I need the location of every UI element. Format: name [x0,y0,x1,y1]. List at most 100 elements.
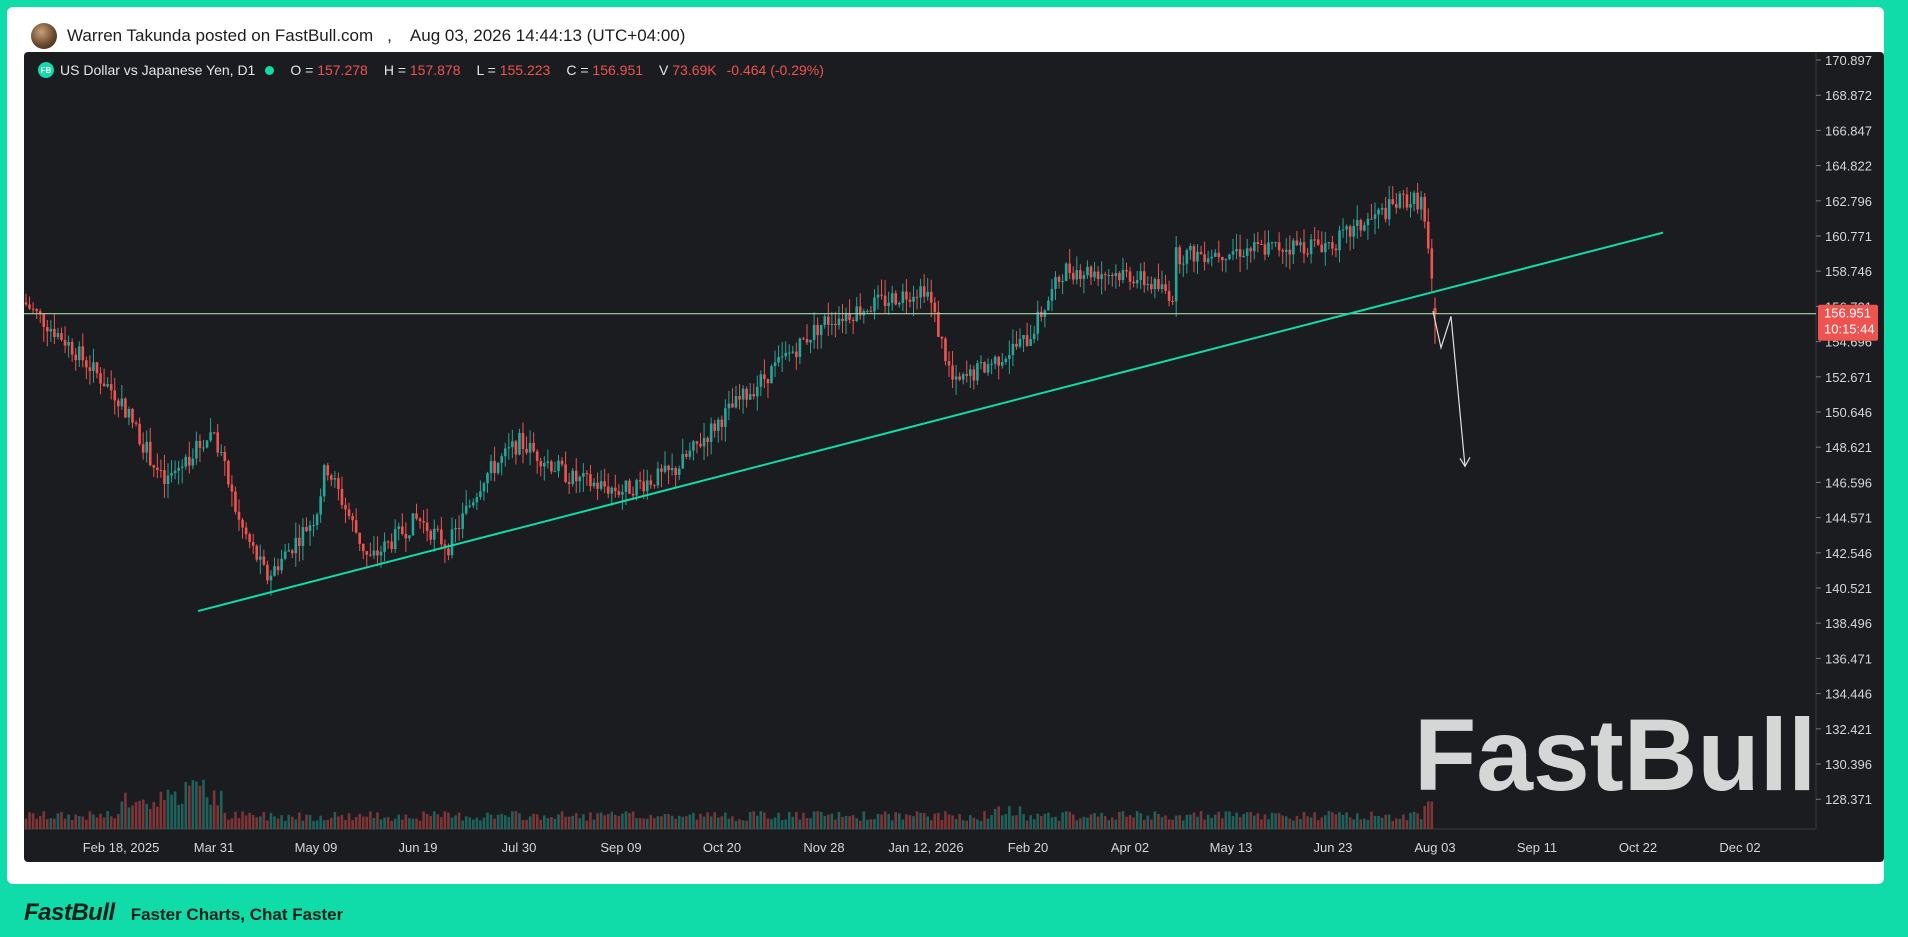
candle [599,470,603,491]
time-tick-label: May 13 [1210,840,1253,855]
candle-body [667,465,670,471]
volume-bar [1341,815,1345,829]
volume-bar [1206,814,1210,829]
candle-body [912,296,915,302]
footer-logo[interactable]: FastBull [24,899,115,927]
volume-bar [138,800,141,829]
candle-body [770,366,773,384]
chart-panel[interactable]: FB US Dollar vs Japanese Yen, D1 O = 157… [24,52,1884,862]
candle-body [319,496,322,515]
candle [46,319,49,347]
volume-bar [990,814,993,829]
candle [1302,229,1306,264]
candle-body [1139,271,1142,280]
volume-bar [81,816,85,829]
volume-bar [429,815,432,829]
candle-body [745,388,748,400]
candle [450,517,454,559]
volume-bar [830,813,834,829]
time-tick-label: Dec 02 [1719,840,1760,855]
candle [383,532,386,562]
candle-body [223,452,227,462]
candle [464,490,468,516]
candle-body [926,291,929,297]
candle [280,549,283,574]
volume-bar [716,817,720,829]
candle [1334,244,1338,258]
volume-bar [1040,816,1043,829]
volume-bar [951,815,954,829]
volume-bar [216,805,219,829]
volume-bar [560,811,564,829]
volume-bar [283,820,287,829]
candle-body [1380,207,1384,210]
candle-body [408,535,411,539]
candle [1402,189,1405,209]
candle-body [621,491,624,495]
volume-bar [1146,815,1150,829]
volume-bar [770,819,773,829]
candle [1135,270,1139,289]
volume-bar [947,814,951,829]
candle [472,498,475,509]
candle [415,503,418,521]
candle-body [1395,204,1398,208]
avatar[interactable] [31,23,57,49]
candle-body [333,478,337,480]
price-chart-svg[interactable]: 170.897 168.872 166.847 164.822 162.796 160.7… [24,52,1884,862]
volume-bar [645,818,649,829]
candle-body [475,497,479,503]
volume-bar [408,818,411,829]
candle-body [212,432,216,434]
volume-bar [418,820,422,829]
volume-bar [489,814,493,829]
volume-bar [802,812,805,829]
candle [99,367,102,395]
candle-body [120,398,124,407]
candle [1221,256,1224,272]
candle [1089,264,1093,286]
candle-body [24,302,28,305]
candle-body [702,437,706,447]
candle [461,502,464,539]
volume-bar [1167,819,1171,829]
candle-body [344,504,347,510]
author-line[interactable]: Warren Takunda posted on FastBull.com [67,26,373,46]
volume-bar [109,816,113,829]
candle-body [965,374,969,376]
candle [1409,191,1412,218]
volume-bar [290,816,294,829]
volume-bar [319,815,322,829]
candle-body [127,408,131,418]
candle-body [1416,192,1419,210]
candle-body [1327,242,1331,244]
candle-body [1022,335,1025,339]
candle-body [106,384,109,387]
volume-bar [1178,815,1182,829]
candle-body [660,468,663,472]
candle [603,468,606,494]
volume-bar [592,819,596,829]
volume-bar [276,818,280,829]
volume-bar [425,813,429,829]
time-tick-label: Jun 19 [398,840,437,855]
candle-body [997,356,1000,366]
time-tick-label: Nov 28 [803,840,844,855]
candle [986,358,990,376]
volume-bar [993,808,997,829]
candle [1267,230,1270,257]
candle-body [1032,333,1036,340]
candle [1071,266,1075,285]
price-tick-label: 134.446 [1825,687,1872,702]
candle-body [1341,229,1345,231]
volume-bar [500,813,503,829]
candle [283,543,287,561]
candle [1128,267,1132,290]
volume-bar [1160,817,1164,829]
candle [759,370,763,397]
volume-bar [756,815,759,829]
volume-bar [965,820,969,829]
volume-bar [929,820,933,829]
volume-bar [212,790,216,829]
candle [1284,238,1288,268]
